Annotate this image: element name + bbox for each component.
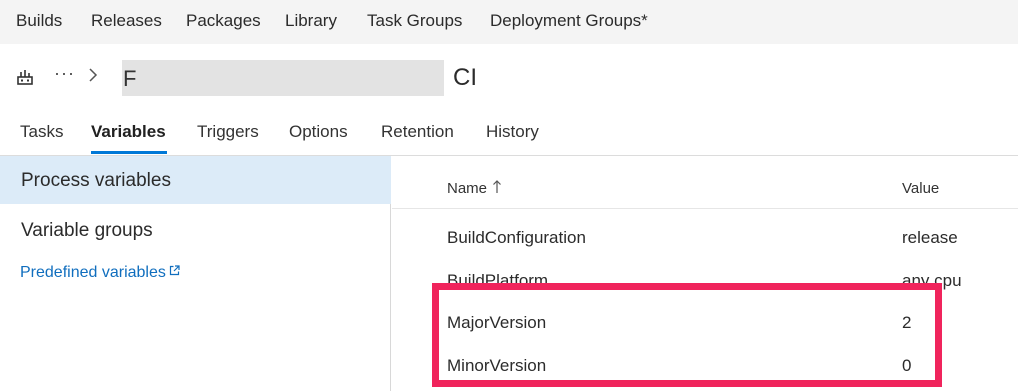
- table-row[interactable]: BuildPlatform any cpu: [392, 261, 1018, 304]
- hub-item-task-groups[interactable]: Task Groups: [367, 11, 462, 31]
- hub-item-packages[interactable]: Packages: [186, 11, 261, 31]
- definition-name-suffix[interactable]: CI: [453, 64, 477, 92]
- table-row[interactable]: BuildConfiguration release: [392, 218, 1018, 261]
- variable-name-cell[interactable]: MajorVersion: [447, 313, 546, 333]
- definition-name-initial: F: [123, 66, 137, 91]
- variable-name-cell[interactable]: MinorVersion: [447, 356, 546, 376]
- column-header-value[interactable]: Value: [902, 180, 939, 197]
- arrow-up-icon: [493, 180, 501, 193]
- table-row[interactable]: MinorVersion 0: [392, 346, 1018, 389]
- predefined-variables-link[interactable]: Predefined variables: [20, 264, 180, 282]
- tab-options[interactable]: Options: [289, 122, 348, 142]
- variable-name-cell[interactable]: BuildConfiguration: [447, 228, 586, 248]
- variable-value-cell[interactable]: 0: [902, 356, 911, 376]
- build-definition-icon: [17, 70, 33, 85]
- hub-item-library[interactable]: Library: [285, 11, 337, 31]
- external-link-icon: [169, 265, 180, 276]
- column-header-name[interactable]: Name: [447, 180, 502, 197]
- nav-variable-groups[interactable]: Variable groups: [0, 216, 391, 246]
- redacted-definition-name: [122, 60, 444, 96]
- column-header-name-label: Name: [447, 180, 488, 197]
- tab-tasks[interactable]: Tasks: [20, 122, 63, 142]
- predefined-variables-label: Predefined variables: [20, 264, 166, 281]
- tab-triggers[interactable]: Triggers: [197, 122, 259, 142]
- hub-item-builds[interactable]: Builds: [16, 11, 62, 31]
- variable-value-cell[interactable]: any cpu: [902, 271, 962, 291]
- variable-name-cell[interactable]: BuildPlatform: [447, 271, 548, 291]
- breadcrumb-ellipsis[interactable]: ···: [54, 63, 75, 84]
- hub-navigation-bar: Builds Releases Packages Library Task Gr…: [0, 0, 1018, 44]
- grid-header-divider: [392, 208, 1018, 209]
- variable-value-cell[interactable]: release: [902, 228, 958, 248]
- nav-process-variables[interactable]: Process variables: [0, 156, 391, 204]
- tab-retention[interactable]: Retention: [381, 122, 454, 142]
- hub-item-deployment-groups[interactable]: Deployment Groups*: [490, 11, 648, 31]
- variables-grid: Name Value BuildConfiguration release Bu…: [392, 156, 1018, 391]
- variable-value-cell[interactable]: 2: [902, 313, 911, 333]
- variables-left-panel: Process variables Variable groups Predef…: [0, 156, 391, 391]
- hub-item-releases[interactable]: Releases: [91, 11, 162, 31]
- tab-variables[interactable]: Variables: [91, 122, 166, 142]
- chevron-right-icon: [89, 68, 98, 82]
- table-row[interactable]: MajorVersion 2: [392, 303, 1018, 346]
- tab-history[interactable]: History: [486, 122, 539, 142]
- active-tab-indicator: [91, 151, 167, 154]
- definition-title-bar: ··· F CI: [0, 56, 1018, 100]
